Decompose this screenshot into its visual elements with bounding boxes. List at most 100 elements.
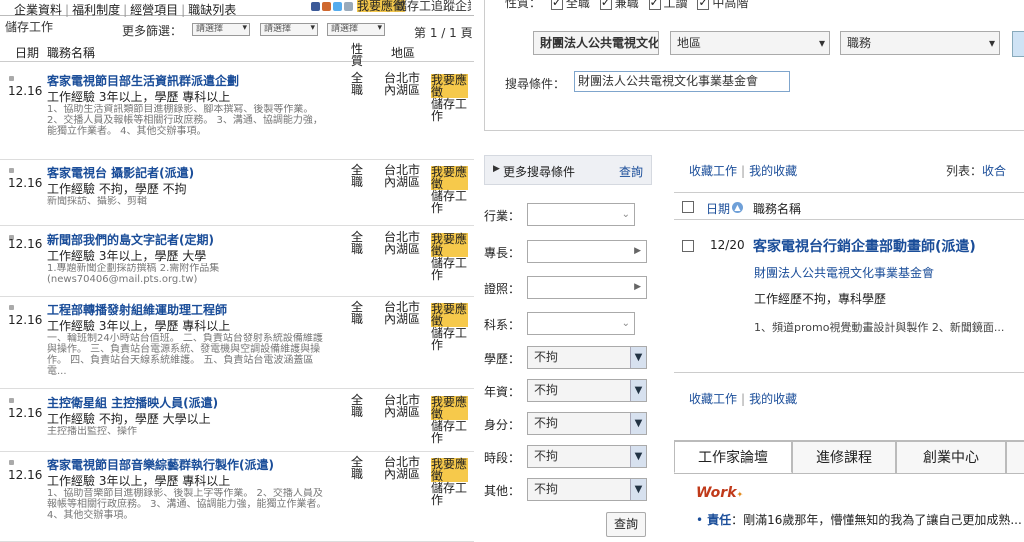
item-date: 12/20 bbox=[710, 238, 745, 252]
job-table-header: 日期 職務名稱 性質 地區 bbox=[0, 42, 474, 67]
filter-select[interactable]: 不拘 ▼ bbox=[527, 445, 647, 468]
save-job-button[interactable]: 儲存工作 bbox=[431, 420, 468, 444]
job-type: 全職 bbox=[351, 163, 364, 189]
more-search-query-link[interactable]: 查詢 bbox=[619, 163, 643, 180]
search-panel: 性質： 全職 兼職 工讀 中高階 財團法人公共電視文化 地區 職務 搜尋條件： … bbox=[484, 0, 1024, 131]
job-location: 台北市內湖區 bbox=[384, 393, 421, 419]
filter-select[interactable]: ⌄ bbox=[527, 312, 635, 335]
save-selected-button[interactable]: 儲存工作 bbox=[395, 0, 431, 12]
check-parttime[interactable] bbox=[599, 0, 612, 10]
save-job-button[interactable]: 儲存工作 bbox=[431, 190, 468, 214]
collect-job-link-bottom[interactable]: 收藏工作 bbox=[689, 392, 737, 406]
my-collection-link-bottom[interactable]: 我的收藏 bbox=[749, 392, 797, 406]
job-requirements: 工作經驗 3年以上，學歷 專科以上 bbox=[47, 474, 231, 488]
plurk-icon[interactable] bbox=[322, 2, 331, 11]
filter-select[interactable]: 不拘 ▼ bbox=[527, 412, 647, 435]
job-title-link[interactable]: 客家電視節目部音樂綜藝群執行製作(派遣) bbox=[47, 456, 274, 473]
job-title-link[interactable]: 工程部轉播發射組維運助理工程師 bbox=[47, 301, 227, 318]
company-field[interactable]: 財團法人公共電視文化 bbox=[533, 31, 659, 55]
job-type: 全職 bbox=[351, 230, 364, 256]
apply-button[interactable]: 我要應徵 bbox=[431, 233, 468, 257]
job-title-link[interactable]: 主控衛星組 主控播映人員(派遣) bbox=[47, 394, 218, 411]
area-select[interactable]: 地區 bbox=[670, 31, 830, 55]
check-student[interactable] bbox=[648, 0, 661, 10]
page-indicator: 第 1 / 1 頁 bbox=[414, 26, 473, 40]
save-job-button[interactable]: 儲存工作 bbox=[431, 327, 468, 351]
select-all-checkbox[interactable] bbox=[682, 201, 694, 213]
list-view-control: 列表：收合 bbox=[946, 162, 1006, 179]
filter-select[interactable]: 不拘 ▼ bbox=[527, 478, 647, 501]
collapse-link[interactable]: 收合 bbox=[982, 164, 1006, 178]
job-requirements: 工作經驗 3年以上，學歷 專科以上 bbox=[47, 90, 231, 104]
tab-forum[interactable]: 工作家論壇 bbox=[674, 441, 792, 473]
nav-benefits[interactable]: 福利制度 bbox=[72, 3, 120, 17]
job-title-link[interactable]: 客家電視節目部生活資訊群派遣企劃 bbox=[47, 72, 239, 89]
my-collection-link[interactable]: 我的收藏 bbox=[749, 164, 797, 178]
filter-select[interactable]: 不拘 ▼ bbox=[527, 379, 647, 402]
filter-select-3[interactable]: 請選擇 bbox=[327, 23, 385, 36]
filter-select[interactable]: ▶ bbox=[527, 276, 647, 299]
job-title-link[interactable]: 客家電視台 攝影記者(派遣) bbox=[47, 164, 194, 181]
collect-job-link[interactable]: 收藏工作 bbox=[689, 164, 737, 178]
apply-button[interactable]: 我要應徵 bbox=[431, 74, 468, 98]
save-job-button[interactable]: 儲存工作 bbox=[431, 482, 468, 506]
post-keyword[interactable]: 責任 bbox=[707, 513, 731, 527]
filter-value: 不拘 bbox=[534, 449, 559, 463]
job-requirements: 工作經驗 不拘，學歷 大學以上 bbox=[47, 412, 211, 426]
check-fulltime[interactable] bbox=[550, 0, 563, 10]
job-requirements: 工作經驗 3年以上，學歷 專科以上 bbox=[47, 319, 231, 333]
job-description: 1、協助音樂節目進棚錄影、後製上字等作業。 2、交播人員及報帳等相關行政庶務。 … bbox=[47, 488, 327, 521]
twitter-icon[interactable] bbox=[333, 2, 342, 11]
apply-button[interactable]: 我要應徵 bbox=[431, 458, 468, 482]
item-description: 1、頻道promo視覺動畫設計與製作 2、新聞鏡面... bbox=[754, 321, 1005, 334]
item-company-link[interactable]: 財團法人公共電視文化事業基金會 bbox=[754, 264, 934, 281]
apply-button[interactable]: 我要應徵 bbox=[431, 166, 468, 190]
search-go-button[interactable] bbox=[1012, 31, 1024, 57]
save-job-link[interactable]: 儲存工作 bbox=[5, 18, 53, 35]
apply-button[interactable]: 我要應徵 bbox=[431, 396, 468, 420]
filter-label: 年資： bbox=[484, 385, 521, 399]
job-type: 全職 bbox=[351, 455, 364, 481]
tab-more[interactable] bbox=[1006, 441, 1024, 473]
filter-select[interactable]: 不拘 ▼ bbox=[527, 346, 647, 369]
save-job-button[interactable]: 儲存工作 bbox=[431, 257, 468, 281]
job-row: 12.16 工程部轉播發射組維運助理工程師 工作經驗 3年以上，學歷 專科以上 一、輪… bbox=[0, 301, 474, 389]
col-date: 日期 bbox=[15, 46, 40, 60]
share-icons bbox=[311, 2, 353, 11]
nav-company-info[interactable]: 企業資料 bbox=[14, 3, 62, 17]
track-company-button[interactable]: 追蹤企業 bbox=[431, 0, 471, 12]
row-marker bbox=[9, 460, 14, 465]
query-button[interactable]: 查詢 bbox=[606, 512, 646, 537]
filter-row: 科系： ⌄ bbox=[484, 312, 652, 336]
search-condition-input[interactable]: 財團法人公共電視文化事業基金會 bbox=[574, 71, 790, 92]
save-job-button[interactable]: 儲存工作 bbox=[431, 98, 468, 122]
job-select[interactable]: 職務 bbox=[840, 31, 1000, 55]
filter-select[interactable]: ⌄ bbox=[527, 203, 635, 226]
filter-select-1[interactable]: 請選擇 bbox=[192, 23, 250, 36]
filter-select-2[interactable]: 請選擇 bbox=[260, 23, 318, 36]
apply-button[interactable]: 我要應徵 bbox=[431, 303, 468, 327]
job-description: 1.專題新聞企劃採訪撰稿 2.需附作品集(news70406@mail.pts.… bbox=[47, 263, 220, 285]
job-requirements: 工作經驗 3年以上，學歷 大學 bbox=[47, 249, 207, 263]
more-search-header[interactable]: ▶ 更多搜尋條件 查詢 bbox=[484, 155, 652, 185]
nav-business[interactable]: 經營項目 bbox=[130, 3, 178, 17]
facebook-icon[interactable] bbox=[311, 2, 320, 11]
tab-startup[interactable]: 創業中心 bbox=[896, 441, 1006, 473]
company-nav-bar: 企業資料|福利制度|經營項目|職缺列表 我要應徵 儲存工作 追蹤企業 bbox=[0, 0, 474, 17]
job-location: 台北市內湖區 bbox=[384, 163, 421, 189]
nav-job-list[interactable]: 職缺列表 bbox=[188, 3, 236, 17]
sort-arrow-icon[interactable]: ▲ bbox=[732, 202, 743, 213]
share-icon[interactable] bbox=[344, 2, 353, 11]
filter-label: 其他： bbox=[484, 484, 521, 498]
check-senior[interactable] bbox=[697, 0, 710, 10]
tab-courses[interactable]: 進修課程 bbox=[792, 441, 896, 473]
job-description: 1、協助生活資訊類節目進棚錄影、腳本撰寫、後製等作業。 2、交播人員及報帳等相關… bbox=[47, 104, 323, 137]
col-date-sort[interactable]: 日期 bbox=[706, 200, 730, 217]
filter-select[interactable]: ▶ bbox=[527, 240, 647, 263]
item-title-link[interactable]: 客家電視台行銷企畫部動畫師(派遣) bbox=[753, 236, 976, 256]
filter-row: 其他： 不拘 ▼ bbox=[484, 478, 652, 502]
item-checkbox[interactable] bbox=[682, 240, 694, 252]
forum-post[interactable]: • 責任：剛滿16歲那年，懵懂無知的我為了讓自己更加成熟... bbox=[696, 511, 1022, 528]
job-title-link[interactable]: 新聞部我們的島文字記者(定期) bbox=[47, 231, 214, 248]
work-logo: Work✦ bbox=[696, 485, 744, 501]
